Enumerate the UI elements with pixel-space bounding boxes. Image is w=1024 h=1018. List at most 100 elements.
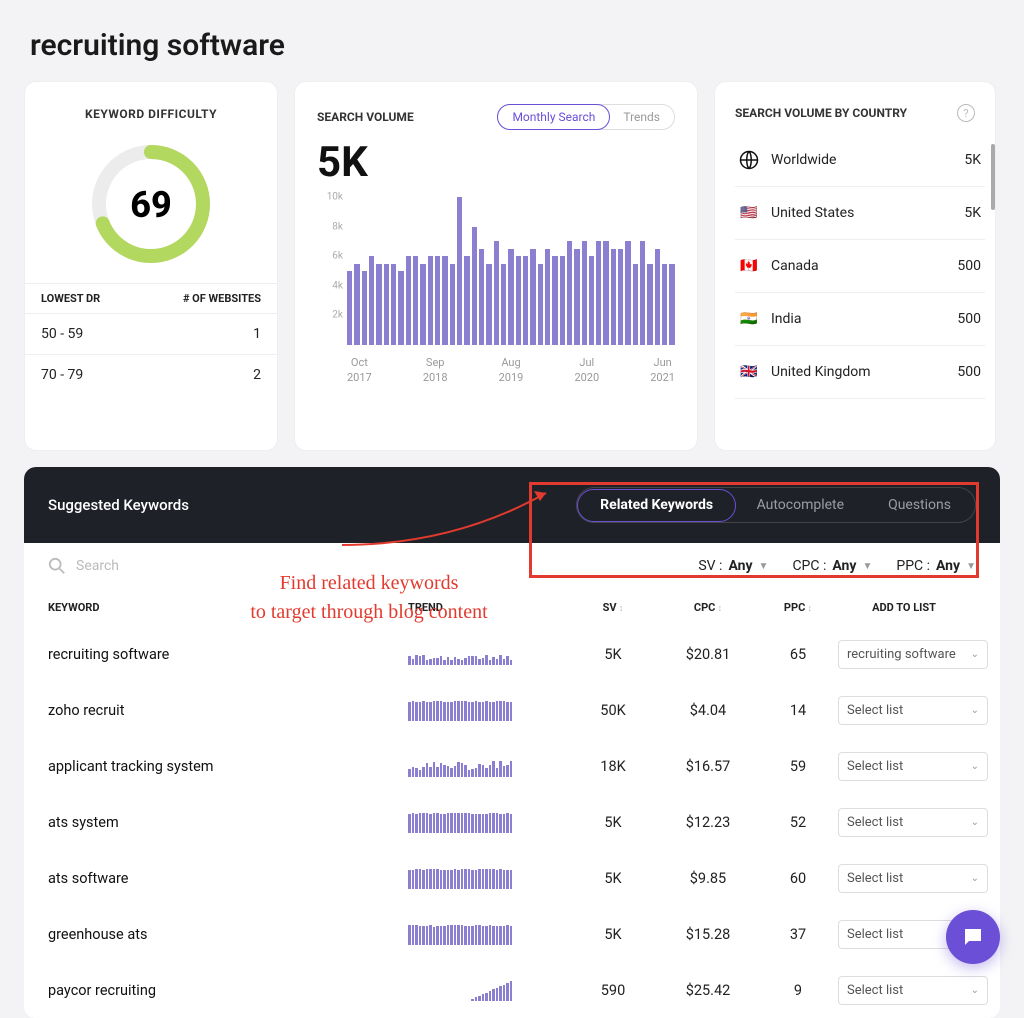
chevron-down-icon: ▼	[759, 561, 769, 572]
svc-value: 500	[957, 311, 981, 327]
sv-xtick: Oct	[351, 356, 368, 369]
search-volume-card: SEARCH VOLUME Monthly Search Trends 5K 1…	[294, 81, 698, 451]
sv-cell: 590	[568, 982, 658, 999]
svc-header: SEARCH VOLUME BY COUNTRY	[735, 106, 907, 120]
trend-sparkline	[408, 757, 568, 777]
kd-row: 50 - 59 1	[25, 313, 277, 354]
filter-sv[interactable]: SV :Any▼	[698, 558, 768, 574]
sv-ytick: 4k	[332, 280, 343, 291]
kd-count: 1	[253, 326, 261, 342]
svc-row-ca[interactable]: 🇨🇦 Canada 500	[735, 240, 985, 293]
chat-fab-button[interactable]	[946, 910, 1000, 964]
filter-cpc[interactable]: CPC :Any▼	[792, 558, 872, 574]
ppc-cell: 14	[758, 702, 838, 719]
search-input[interactable]: Search	[48, 557, 119, 575]
sv-ytick: 6k	[332, 251, 343, 262]
select-label: recruiting software	[847, 647, 956, 662]
sv-value: 5K	[295, 130, 697, 187]
sv-cell: 5K	[568, 814, 658, 831]
trend-sparkline	[408, 981, 568, 1001]
sv-xtick: Jun	[654, 356, 672, 369]
trend-sparkline	[408, 645, 568, 665]
flag-us-icon: 🇺🇸	[739, 206, 759, 220]
table-row: ats system5K$12.2352Select list⌄	[24, 794, 1000, 850]
chevron-down-icon: ⌄	[971, 649, 979, 660]
sv-cell: 5K	[568, 926, 658, 943]
add-to-list-select[interactable]: Select list⌄	[838, 808, 988, 837]
kd-count: 2	[253, 367, 261, 383]
sv-header: SEARCH VOLUME	[317, 110, 414, 124]
chat-icon	[961, 925, 985, 949]
trend-sparkline	[408, 869, 568, 889]
chevron-down-icon: ⌄	[971, 873, 979, 884]
add-to-list-select[interactable]: recruiting software ⌄	[838, 640, 988, 669]
sk-tabs: Related Keywords Autocomplete Questions	[576, 487, 976, 523]
sv-bar-chart: 10k 8k 6k 4k 2k Oct2017 Sep2018 Aug2019 …	[317, 197, 675, 367]
svc-row-in[interactable]: 🇮🇳 India 500	[735, 293, 985, 346]
cpc-cell: $20.81	[658, 646, 758, 663]
svc-country: United Kingdom	[771, 364, 871, 380]
trend-sparkline	[408, 701, 568, 721]
kd-range: 70 - 79	[41, 367, 83, 383]
sv-xtick: Sep	[426, 356, 445, 369]
trend-sparkline	[408, 813, 568, 833]
select-label: Select list	[847, 983, 903, 998]
ppc-cell: 60	[758, 870, 838, 887]
flag-uk-icon: 🇬🇧	[739, 365, 759, 379]
add-to-list-select[interactable]: Select list⌄	[838, 864, 988, 893]
select-label: Select list	[847, 927, 903, 942]
sk-header-bar: Suggested Keywords Related Keywords Auto…	[24, 467, 1000, 543]
sv-xtick: Jul	[579, 356, 594, 369]
add-to-list-select[interactable]: Select list⌄	[838, 696, 988, 725]
sv-tab-trends[interactable]: Trends	[609, 105, 674, 129]
keyword-cell[interactable]: paycor recruiting	[48, 982, 408, 999]
flag-in-icon: 🇮🇳	[739, 312, 759, 326]
keyword-cell[interactable]: ats software	[48, 870, 408, 887]
add-to-list-select[interactable]: Select list ⌄	[838, 976, 988, 1005]
cpc-cell: $12.23	[658, 814, 758, 831]
table-row: greenhouse ats5K$15.2837Select list⌄	[24, 906, 1000, 962]
keyword-cell[interactable]: zoho recruit	[48, 702, 408, 719]
filter-ppc[interactable]: PPC :Any▼	[896, 558, 976, 574]
select-label: Select list	[847, 759, 903, 774]
svc-country: India	[771, 311, 801, 327]
kd-header: KEYWORD DIFFICULTY	[25, 82, 277, 121]
add-to-list-select[interactable]: Select list⌄	[838, 752, 988, 781]
keyword-cell[interactable]: recruiting software	[48, 646, 408, 663]
tab-questions[interactable]: Questions	[866, 490, 973, 520]
keyword-cell[interactable]: greenhouse ats	[48, 926, 408, 943]
svc-row-worldwide[interactable]: Worldwide 5K	[735, 134, 985, 187]
tab-related-keywords[interactable]: Related Keywords	[577, 489, 736, 522]
search-volume-country-card: SEARCH VOLUME BY COUNTRY ? Worldwide 5K …	[714, 81, 996, 451]
sv-ytick: 10k	[327, 192, 343, 203]
keyword-cell[interactable]: ats system	[48, 814, 408, 831]
cpc-cell: $25.42	[658, 982, 758, 999]
th-ppc[interactable]: PPC	[758, 601, 838, 614]
tab-autocomplete[interactable]: Autocomplete	[735, 490, 867, 520]
chevron-down-icon: ▼	[862, 561, 872, 572]
sv-xtick: Aug	[501, 356, 520, 369]
svc-value: 500	[957, 258, 981, 274]
svc-row-us[interactable]: 🇺🇸 United States 5K	[735, 187, 985, 240]
scrollbar-thumb-icon[interactable]	[991, 144, 995, 210]
ppc-cell: 37	[758, 926, 838, 943]
th-cpc[interactable]: CPC	[658, 601, 758, 614]
svc-list[interactable]: Worldwide 5K 🇺🇸 United States 5K 🇨🇦 Cana…	[715, 134, 995, 450]
chevron-down-icon: ▼	[966, 561, 976, 572]
kd-value: 69	[130, 184, 172, 226]
page-title: recruiting software	[0, 0, 1024, 81]
keyword-cell[interactable]: applicant tracking system	[48, 758, 408, 775]
sv-cell: 50K	[568, 702, 658, 719]
chevron-down-icon: ⌄	[971, 985, 979, 996]
sv-toggle: Monthly Search Trends	[497, 104, 675, 130]
th-add: ADD TO LIST	[838, 601, 976, 614]
kd-row: 70 - 79 2	[25, 354, 277, 395]
svc-row-uk[interactable]: 🇬🇧 United Kingdom 500	[735, 346, 985, 399]
annotation-text: Find related keywordsto target through b…	[224, 569, 514, 627]
th-sv[interactable]: SV	[568, 601, 658, 614]
help-icon[interactable]: ?	[957, 104, 975, 122]
table-row: recruiting software5K$20.8165recruiting …	[24, 626, 1000, 682]
sv-tab-monthly[interactable]: Monthly Search	[497, 104, 610, 130]
kd-gauge: 69	[25, 139, 277, 269]
table-row: zoho recruit50K$4.0414Select list⌄	[24, 682, 1000, 738]
